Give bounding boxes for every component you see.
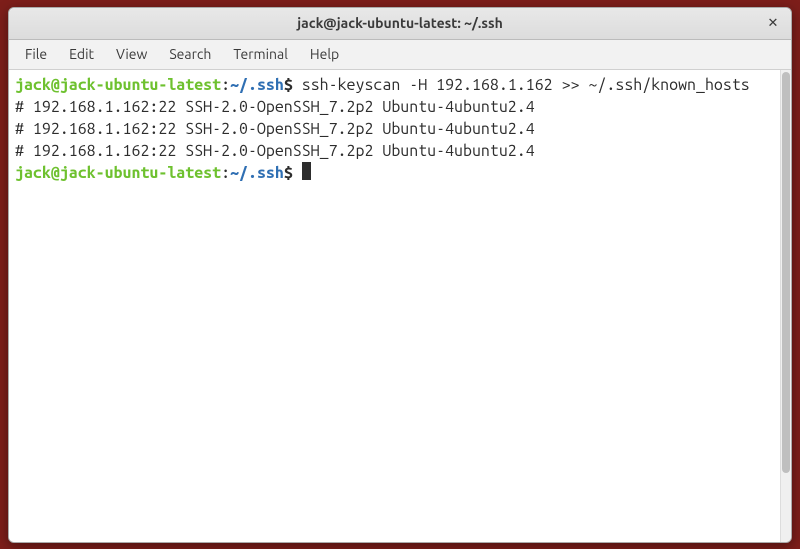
command-text: ssh-keyscan -H 192.168.1.162 >> ~/.ssh/k… — [293, 76, 750, 94]
output-line: # 192.168.1.162:22 SSH-2.0-OpenSSH_7.2p2… — [15, 142, 535, 160]
cursor-icon — [302, 162, 311, 180]
menu-view[interactable]: View — [106, 42, 157, 66]
menu-terminal[interactable]: Terminal — [223, 42, 298, 66]
menu-file[interactable]: File — [15, 42, 57, 66]
prompt-path: ~/.ssh — [230, 164, 284, 182]
close-icon[interactable]: ✕ — [764, 15, 782, 33]
menubar: File Edit View Search Terminal Help — [9, 40, 791, 70]
titlebar[interactable]: jack@jack-ubuntu-latest: ~/.ssh ✕ — [9, 8, 791, 40]
prompt-user: jack@jack-ubuntu-latest — [15, 76, 221, 94]
terminal-area: jack@jack-ubuntu-latest:~/.ssh$ ssh-keys… — [9, 70, 791, 542]
prompt-sep: : — [221, 164, 230, 182]
output-line: # 192.168.1.162:22 SSH-2.0-OpenSSH_7.2p2… — [15, 98, 535, 116]
output-line: # 192.168.1.162:22 SSH-2.0-OpenSSH_7.2p2… — [15, 120, 535, 138]
window-title: jack@jack-ubuntu-latest: ~/.ssh — [9, 15, 791, 31]
menu-edit[interactable]: Edit — [59, 42, 104, 66]
prompt-symbol: $ — [284, 164, 293, 182]
terminal-window: jack@jack-ubuntu-latest: ~/.ssh ✕ File E… — [8, 7, 792, 543]
prompt-path: ~/.ssh — [230, 76, 284, 94]
scrollthumb[interactable] — [782, 72, 790, 473]
prompt-sep: : — [221, 76, 230, 94]
menu-help[interactable]: Help — [300, 42, 349, 66]
prompt-symbol: $ — [284, 76, 293, 94]
terminal-output[interactable]: jack@jack-ubuntu-latest:~/.ssh$ ssh-keys… — [9, 70, 780, 542]
menu-search[interactable]: Search — [159, 42, 221, 66]
prompt-user: jack@jack-ubuntu-latest — [15, 164, 221, 182]
scrollbar[interactable] — [780, 70, 791, 542]
